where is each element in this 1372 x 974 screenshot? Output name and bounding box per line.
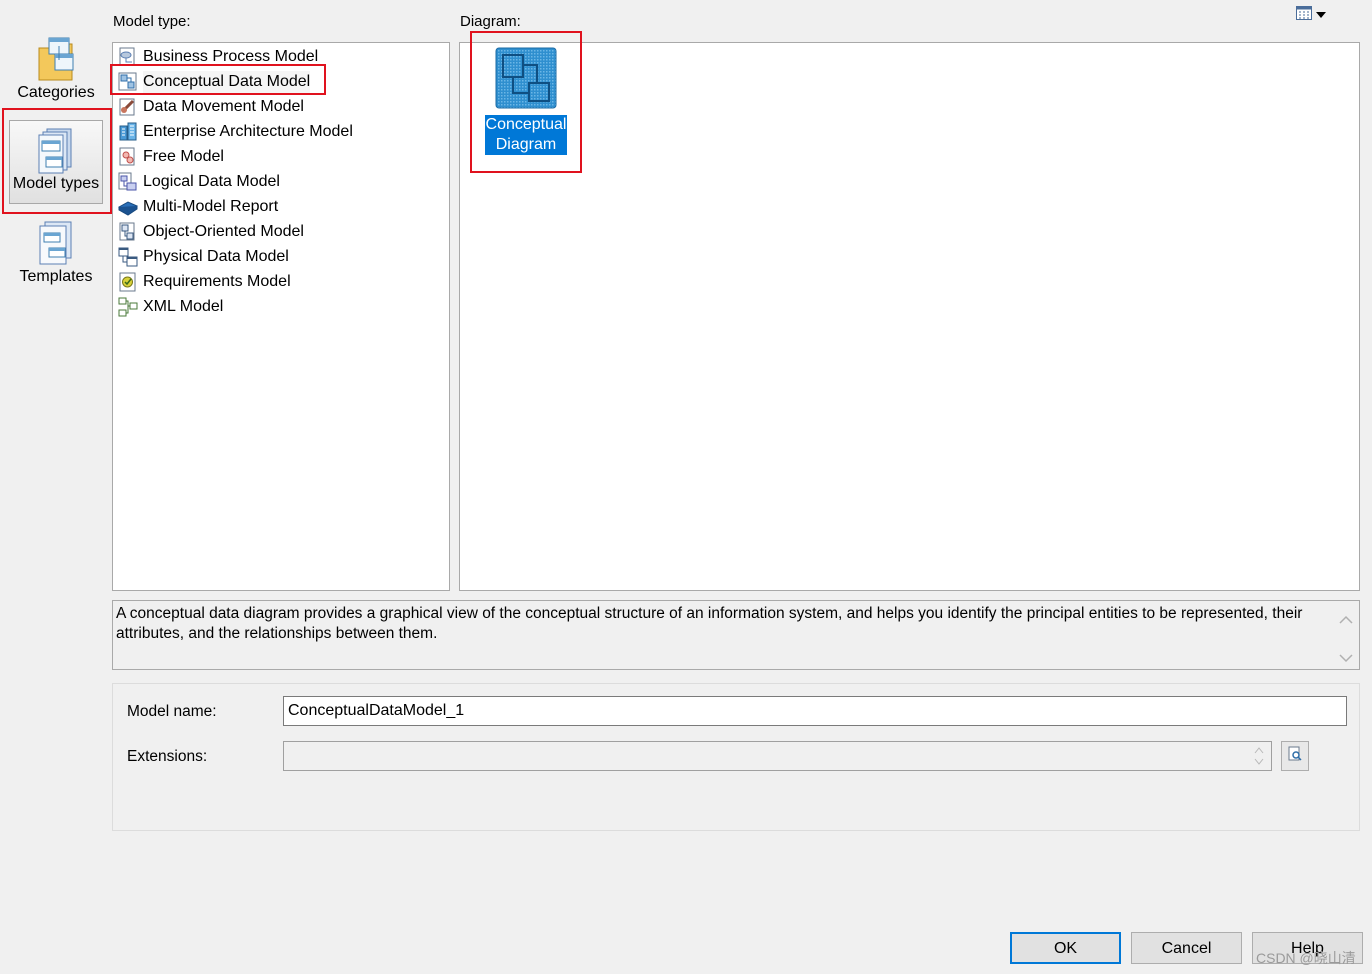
scroll-down-icon[interactable] (1339, 649, 1353, 669)
list-item-label: Conceptual Data Model (143, 71, 311, 93)
list-item-label: Data Movement Model (143, 98, 304, 115)
diagram-tile-conceptual[interactable]: Conceptual Diagram (484, 47, 568, 155)
conceptual-data-model-icon (118, 72, 138, 92)
diagram-tile-label: Conceptual Diagram (484, 115, 568, 155)
diagram-list[interactable]: Conceptual Diagram (459, 42, 1360, 591)
list-item[interactable]: Physical Data Model (118, 246, 289, 268)
object-oriented-model-icon (118, 222, 138, 242)
document-search-icon (1287, 746, 1303, 767)
nav-templates[interactable]: Templates (9, 220, 103, 292)
list-item-label: Physical Data Model (143, 248, 289, 265)
description-box: A conceptual data diagram provides a gra… (112, 600, 1360, 670)
enterprise-architecture-model-icon (118, 122, 138, 142)
list-item[interactable]: Business Process Model (118, 46, 318, 68)
list-view-icon (1296, 5, 1312, 25)
requirements-model-icon (118, 272, 138, 292)
list-item-selected[interactable]: Conceptual Data Model (118, 71, 311, 93)
chevron-down-icon (1316, 6, 1326, 24)
data-movement-model-icon (118, 97, 138, 117)
nav-model-types-label: Model types (12, 175, 100, 192)
list-item[interactable]: Enterprise Architecture Model (118, 121, 353, 143)
physical-data-model-icon (118, 247, 138, 267)
template-pages-icon (35, 220, 77, 268)
diagram-heading: Diagram: (460, 13, 521, 30)
list-item-label: Business Process Model (143, 48, 319, 65)
nav-categories-label: Categories (17, 84, 95, 101)
stacked-windows-icon (35, 127, 77, 175)
conceptual-diagram-icon (495, 47, 557, 109)
list-item[interactable]: Logical Data Model (118, 171, 280, 193)
list-item-label: Logical Data Model (143, 173, 280, 190)
list-item-label: Multi-Model Report (143, 198, 279, 215)
logical-data-model-icon (118, 172, 138, 192)
list-item-label: XML Model (143, 298, 224, 315)
nav-templates-label: Templates (19, 268, 93, 285)
folder-windows-icon (35, 34, 77, 84)
list-item[interactable]: Object-Oriented Model (118, 221, 304, 243)
model-name-input[interactable] (283, 696, 1347, 726)
nav-model-types[interactable]: Model types (9, 120, 103, 204)
model-type-heading: Model type: (113, 13, 191, 30)
extensions-browse-button[interactable] (1281, 741, 1309, 771)
list-item-label: Object-Oriented Model (143, 223, 304, 240)
model-properties-form: Model name: Extensions: (112, 683, 1360, 831)
cancel-button[interactable]: Cancel (1131, 932, 1242, 964)
watermark: CSDN @晓山清 (1256, 950, 1356, 966)
list-item[interactable]: Requirements Model (118, 271, 291, 293)
list-item[interactable]: Data Movement Model (118, 96, 304, 118)
list-item[interactable]: XML Model (118, 296, 223, 318)
scroll-up-icon[interactable] (1339, 611, 1353, 631)
business-process-model-icon (118, 47, 138, 67)
multi-model-report-icon (117, 197, 139, 217)
spin-arrows-icon[interactable] (1253, 745, 1265, 772)
extensions-label: Extensions: (127, 748, 208, 765)
view-mode-button[interactable] (1296, 5, 1332, 25)
list-item[interactable]: Free Model (118, 146, 224, 168)
list-item[interactable]: Multi-Model Report (117, 196, 279, 218)
xml-model-icon (118, 297, 138, 317)
list-item-label: Enterprise Architecture Model (143, 123, 353, 140)
nav-categories[interactable]: Categories (9, 34, 103, 106)
free-model-icon (118, 147, 138, 167)
list-item-label: Requirements Model (143, 273, 291, 290)
extensions-field[interactable] (283, 741, 1272, 771)
ok-button[interactable]: OK (1010, 932, 1121, 964)
model-type-list[interactable]: Business Process Model Conceptual Data M… (112, 42, 450, 591)
list-item-label: Free Model (143, 148, 224, 165)
description-text: A conceptual data diagram provides a gra… (116, 605, 1303, 642)
model-name-label: Model name: (127, 703, 217, 720)
